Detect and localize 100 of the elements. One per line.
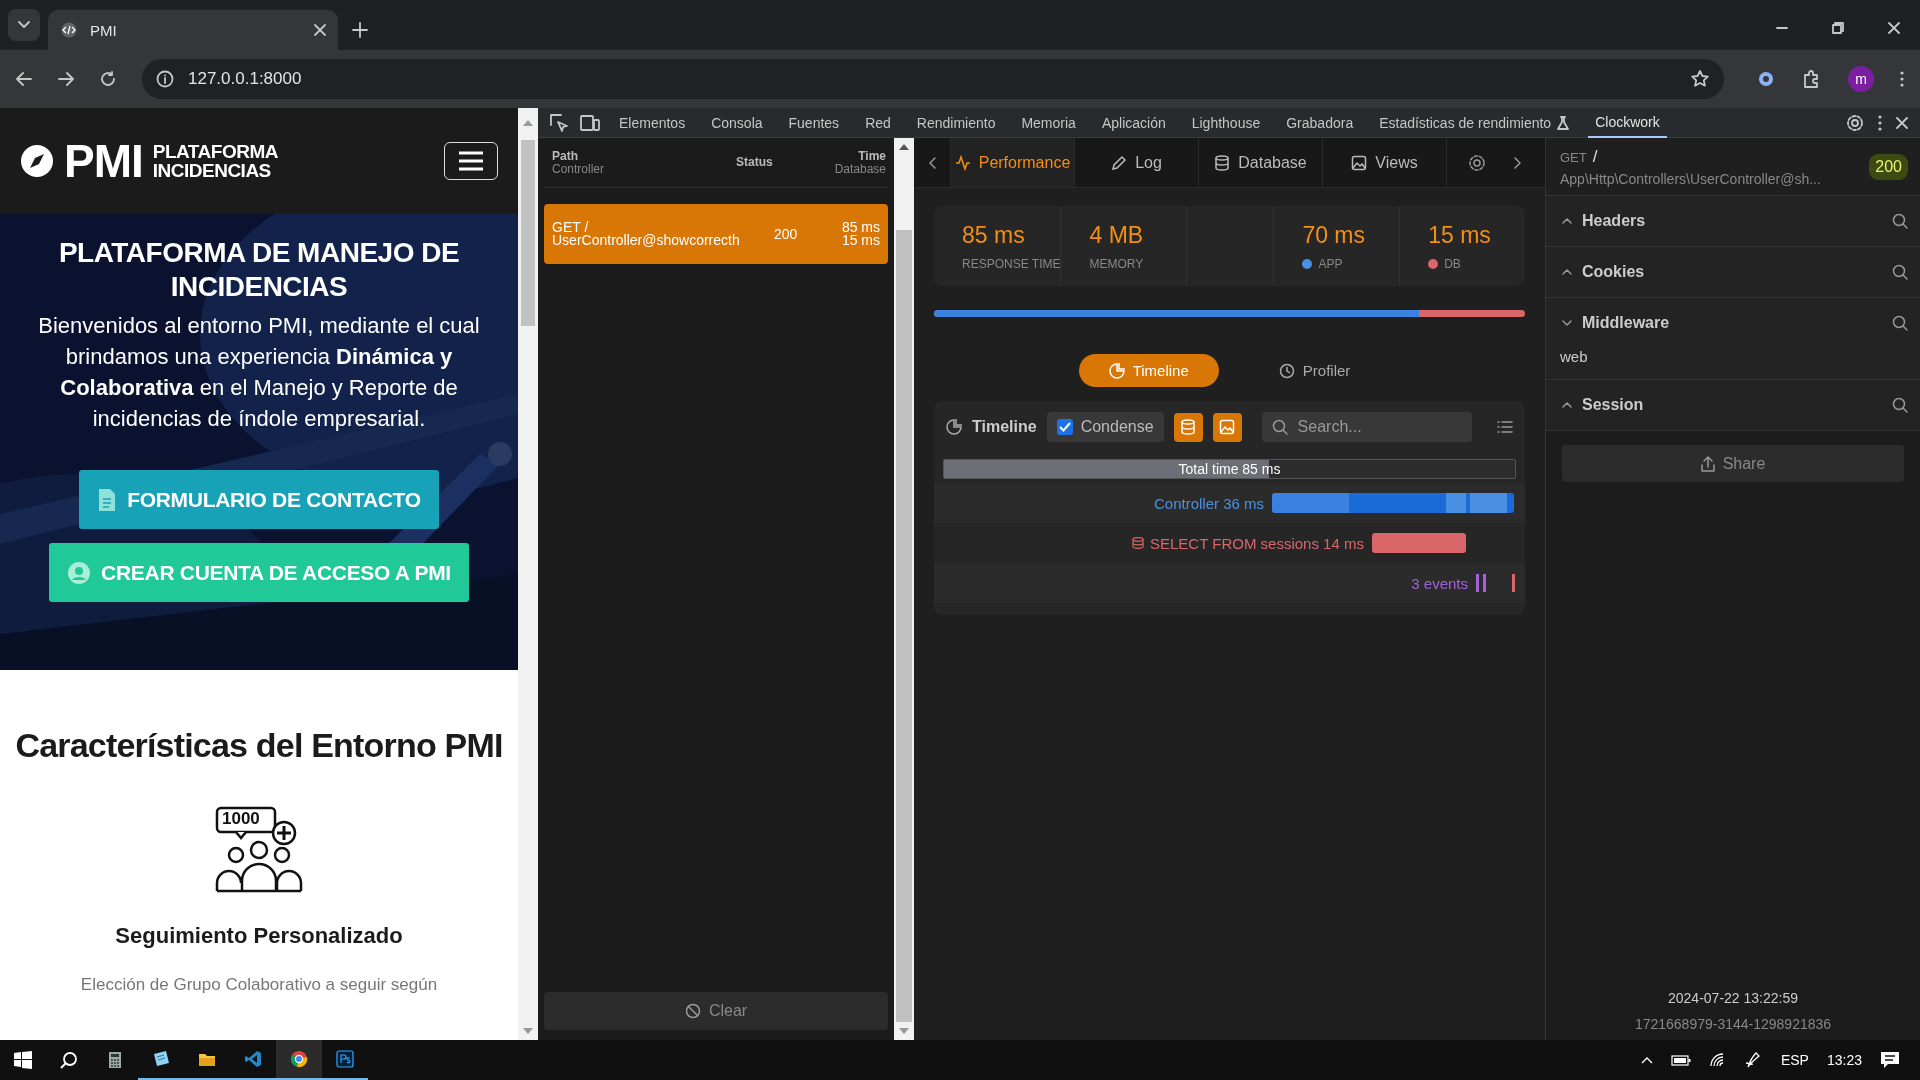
windows-icon	[14, 1051, 32, 1069]
metric-value: 85 ms	[962, 221, 1026, 249]
column-header: Status	[736, 156, 774, 169]
section-header[interactable]: Headers	[1546, 196, 1920, 246]
section-header[interactable]: Middleware	[1546, 298, 1920, 348]
database-filter-button[interactable]	[1173, 412, 1203, 442]
battery-icon[interactable]	[1670, 1054, 1691, 1066]
section-header[interactable]: Cookies	[1546, 247, 1920, 297]
devtools-tab[interactable]: Red	[858, 107, 898, 138]
search-field[interactable]: Search...	[1261, 412, 1472, 442]
image-editor-icon	[336, 1050, 354, 1068]
controller-name: App\Http\Controllers\UserController@sh...	[1560, 170, 1822, 187]
scrollbar-thumb[interactable]	[521, 140, 535, 326]
panel-tab[interactable]: Views	[1322, 138, 1446, 187]
devtools-tab[interactable]: Lighthouse	[1184, 107, 1268, 138]
close-icon[interactable]	[314, 24, 326, 36]
search-icon[interactable]	[1892, 397, 1908, 413]
view-toggle[interactable]: Profiler	[1248, 354, 1381, 387]
chevron-right-icon[interactable]	[1514, 156, 1522, 169]
inspect-icon[interactable]	[550, 113, 568, 132]
notepad-icon	[152, 1050, 170, 1068]
request-status: 200	[774, 225, 799, 244]
clock-icon	[1278, 362, 1295, 379]
back-icon[interactable]	[16, 72, 32, 86]
image-icon	[1219, 419, 1236, 435]
devtools-tab[interactable]: Fuentes	[781, 107, 847, 138]
request-time: 85 ms	[840, 221, 880, 234]
pulse-icon	[954, 154, 971, 171]
device-icon[interactable]	[580, 114, 600, 131]
devtools-tab[interactable]: Rendimiento	[909, 107, 1003, 138]
request-path: GET /	[552, 221, 589, 234]
tab-title: PMI	[90, 21, 118, 39]
list-icon[interactable]	[1497, 421, 1513, 433]
restore-icon[interactable]	[1832, 22, 1844, 34]
profile-avatar[interactable]: m	[1848, 66, 1874, 92]
timestamp: 2024-07-22 13:22:59	[1667, 990, 1799, 1006]
search-icon[interactable]	[1892, 213, 1908, 229]
more-icon[interactable]	[1878, 114, 1882, 131]
forward-icon[interactable]	[58, 72, 74, 86]
image-icon	[1351, 154, 1368, 171]
user-icon	[67, 560, 92, 585]
column-header: Path Controller	[552, 149, 606, 176]
checkbox[interactable]	[1056, 419, 1073, 435]
close-icon[interactable]	[1896, 116, 1908, 129]
block-icon	[684, 1003, 701, 1019]
taskbar-app[interactable]	[276, 1040, 322, 1080]
share-button[interactable]: Share	[1562, 445, 1904, 482]
info-icon[interactable]	[156, 70, 174, 88]
gear-icon[interactable]	[1756, 69, 1776, 89]
star-icon[interactable]	[1690, 69, 1710, 89]
settings-icon[interactable]	[1467, 153, 1486, 172]
search-icon[interactable]	[1892, 315, 1908, 331]
reload-icon[interactable]	[100, 71, 116, 87]
devtools-tab[interactable]: Aplicación	[1094, 107, 1173, 138]
image-filter-button[interactable]	[1212, 412, 1242, 442]
compass-icon	[20, 144, 54, 178]
timeline-title: Timeline	[972, 418, 1037, 436]
devtools-tab[interactable]: Memoria	[1014, 107, 1083, 138]
clock[interactable]: 13:23	[1826, 1052, 1862, 1068]
devtools-tab[interactable]: Estadísticas de rendimiento	[1372, 107, 1577, 138]
request-method: GET	[1560, 149, 1587, 165]
menu-icon[interactable]	[1900, 71, 1904, 87]
search-icon[interactable]	[1892, 264, 1908, 280]
close-icon[interactable]	[1888, 22, 1900, 34]
column-header: Time Database	[833, 149, 886, 176]
request-db-time: 15 ms	[840, 234, 880, 247]
people-icon	[214, 805, 304, 895]
code-editor-icon	[244, 1050, 262, 1068]
database-icon	[1214, 154, 1231, 171]
metric-label: APP	[1318, 256, 1343, 271]
metric-label: MEMORY	[1089, 256, 1144, 271]
devtools-tab[interactable]: Consola	[704, 107, 770, 138]
browser-tab[interactable]: PMI	[48, 10, 338, 50]
condense-toggle[interactable]: Condense	[1046, 412, 1164, 442]
code-icon	[60, 22, 78, 38]
address-bar[interactable]: 127.0.0.1:8000	[142, 59, 1724, 99]
clear-button[interactable]: Clear	[544, 992, 888, 1030]
devtools-tab[interactable]: Grabadora	[1279, 107, 1361, 138]
search-icon	[1271, 419, 1288, 435]
hero-paragraph: Bienvenidos al entorno PMI, mediante el cual brindamos una experiencia Dinámica y Colaborativa en el Manejo y Reporte de incidencias de índole empresarial.	[37, 312, 481, 433]
metric-label: DB	[1444, 256, 1461, 271]
chevron-up-icon[interactable]	[1640, 1056, 1653, 1064]
notifications-icon[interactable]	[1880, 1051, 1900, 1069]
scrollbar-thumb[interactable]	[896, 230, 912, 1022]
scroll-up-icon[interactable]	[899, 144, 909, 150]
new-tab-icon[interactable]	[352, 22, 368, 38]
panel-tab[interactable]: Performance	[950, 138, 1074, 187]
section-item: web	[1559, 348, 1589, 367]
share-icon	[1700, 455, 1715, 472]
browser-icon	[290, 1050, 308, 1068]
menu-button[interactable]	[444, 142, 498, 180]
section-title: Características del Entorno PMI	[15, 726, 503, 765]
panel-tab[interactable]: Log	[1074, 138, 1198, 187]
settings-icon[interactable]	[1846, 113, 1864, 132]
tab-list-button[interactable]	[8, 9, 40, 41]
section-header[interactable]: Session	[1546, 380, 1920, 430]
chevron-left-icon[interactable]	[928, 156, 936, 169]
devtools-tab[interactable]: Elementos	[612, 107, 693, 138]
input-language[interactable]: ESP	[1780, 1052, 1809, 1068]
panel-tab[interactable]: Database	[1198, 138, 1322, 187]
